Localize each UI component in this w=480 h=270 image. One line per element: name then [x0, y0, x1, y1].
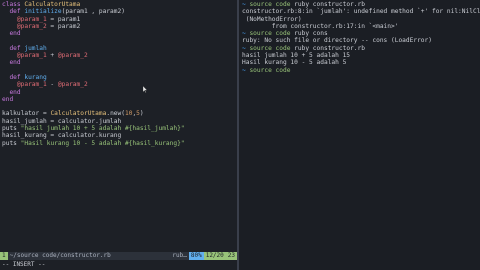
code-token: "hasil jumlah 10 + 5 adalah #{hasil_juml… [20, 125, 185, 133]
code-token: (param1 , param2) [61, 8, 125, 16]
terminal-line[interactable]: ruby: No such file or directory -- cons … [242, 37, 479, 44]
code-token: @param_1 [2, 52, 47, 60]
code-token: CalculatorUtama [50, 110, 107, 118]
buffer-number: 1 [0, 252, 8, 260]
code-line[interactable]: puts "Hasil kurang 10 - 5 adalah #{hasil… [2, 140, 236, 147]
code-token: .new( [106, 110, 125, 118]
code-token: @param_2 [57, 81, 88, 89]
terminal-line[interactable]: ~ source code ruby cons [242, 30, 479, 37]
code-line[interactable]: def jumlah [2, 45, 236, 52]
code-editor-pane[interactable]: class CalculatorUtama def initialize(par… [0, 0, 237, 270]
code-token: ) [139, 110, 144, 118]
code-token: "Hasil kurang 10 - 5 adalah #{hasil_kura… [20, 139, 185, 147]
code-line[interactable]: def initialize(param1 , param2) [2, 8, 236, 15]
code-token: = [39, 110, 51, 118]
terminal-line[interactable]: ~ source code [242, 67, 479, 74]
cursor-column: 23 [225, 252, 237, 260]
code-token: end [2, 59, 21, 67]
code-line[interactable]: class CalculatorUtama [2, 1, 236, 8]
code-token: CalculatorUtama [24, 1, 81, 8]
code-token: end [2, 95, 14, 103]
code-token: = calculator.kurang [46, 132, 122, 140]
code-line[interactable]: hasil_jumlah = calculator.jumlah [2, 118, 236, 125]
code-line[interactable]: end [2, 89, 236, 96]
code-line[interactable]: kalkulator = CalculatorUtama.new(10,5) [2, 110, 236, 117]
code-token: source code [249, 30, 291, 38]
code-line[interactable] [2, 67, 236, 74]
terminal-line[interactable]: ~ source code ruby constructor.rb [242, 45, 479, 52]
code-token: initialize [24, 8, 62, 16]
code-token: @param_2 [2, 22, 47, 30]
code-line[interactable]: puts "hasil jumlah 10 + 5 adalah #{hasil… [2, 125, 236, 132]
terminal-line[interactable]: from constructor.rb:17:in `<main>' [242, 23, 479, 30]
code-token: hasil_kurang [2, 132, 47, 140]
terminal-line[interactable]: Hasil kurang 10 - 5 adalah 5 [242, 59, 479, 66]
code-line[interactable]: end [2, 96, 236, 103]
code-line[interactable]: hasil_kurang = calculator.kurang [2, 132, 236, 139]
code-token: @param_1 [2, 15, 47, 23]
code-token: hasil jumlah 10 + 5 adalah 15 [242, 52, 351, 60]
code-token: ruby: No such file or directory -- cons … [242, 37, 432, 45]
code-token: kurang [24, 73, 47, 81]
terminal-line[interactable]: (NoMethodError) [242, 16, 479, 23]
code-line[interactable]: def kurang [2, 74, 236, 81]
code-token: kalkulator [2, 110, 40, 118]
code-line[interactable]: @param_1 + @param_2 [2, 52, 236, 59]
terminal-pane[interactable]: ~ source code ruby constructor.rb constru… [239, 0, 480, 270]
code-line[interactable]: @param_2 = param2 [2, 23, 236, 30]
code-token: = param1 [46, 15, 81, 23]
code-token: puts [2, 139, 21, 147]
code-token: @param_2 [57, 52, 88, 60]
code-token: def [2, 44, 25, 52]
code-token: + [46, 52, 58, 60]
terminal-line[interactable]: constructor.rb:8:in `jumlah': undefined … [242, 8, 480, 16]
code-token: = calculator.jumlah [46, 117, 122, 125]
code-token: from constructor.rb:17:in `<main>' [242, 22, 399, 30]
code-token: ruby constructor.rb [290, 1, 365, 8]
code-token: @param_1 [2, 81, 47, 89]
scroll-percent: 80% [188, 252, 204, 260]
code-line[interactable] [2, 37, 236, 44]
code-token: (NoMethodError) [242, 15, 302, 23]
code-token: end [2, 30, 21, 38]
command-line[interactable]: -- INSERT -- [0, 261, 239, 269]
code-line[interactable]: end [2, 30, 236, 37]
cursor-position: 12/20 [203, 252, 226, 260]
code-token: jumlah [24, 44, 47, 52]
code-line[interactable]: @param_1 - @param_2 [2, 81, 236, 88]
code-token: source code [249, 66, 291, 74]
terminal-output[interactable]: ~ source code ruby constructor.rb constru… [242, 1, 480, 74]
code-token: - [46, 81, 58, 89]
code-line[interactable]: @param_1 = param1 [2, 16, 236, 23]
code-token: Hasil kurang 10 - 5 adalah 5 [242, 59, 347, 67]
code-token: class [2, 1, 25, 8]
code-token: source code [249, 44, 291, 52]
mouse-pointer-icon [143, 86, 147, 93]
code-token: def [2, 8, 25, 16]
terminal-line[interactable]: hasil jumlah 10 + 5 adalah 15 [242, 52, 479, 59]
code-token: end [2, 88, 21, 96]
code-token: def [2, 73, 25, 81]
code-token: constructor.rb:8:in `jumlah': undefined … [242, 8, 480, 16]
code-token: hasil_jumlah [2, 117, 47, 125]
code-area[interactable]: class CalculatorUtama def initialize(par… [2, 1, 236, 147]
code-token: puts [2, 125, 21, 133]
status-bar: 1 ~/source code/constructor.rb rub… 80% … [0, 252, 237, 260]
code-line[interactable]: end [2, 59, 236, 66]
code-token: = param2 [46, 22, 81, 30]
code-token: ruby constructor.rb [290, 44, 365, 52]
code-line[interactable] [2, 103, 236, 110]
file-type: rub… [172, 252, 187, 259]
file-path: ~/source code/constructor.rb [9, 252, 111, 259]
code-token: source code [249, 1, 291, 8]
code-token: ruby cons [290, 30, 328, 38]
